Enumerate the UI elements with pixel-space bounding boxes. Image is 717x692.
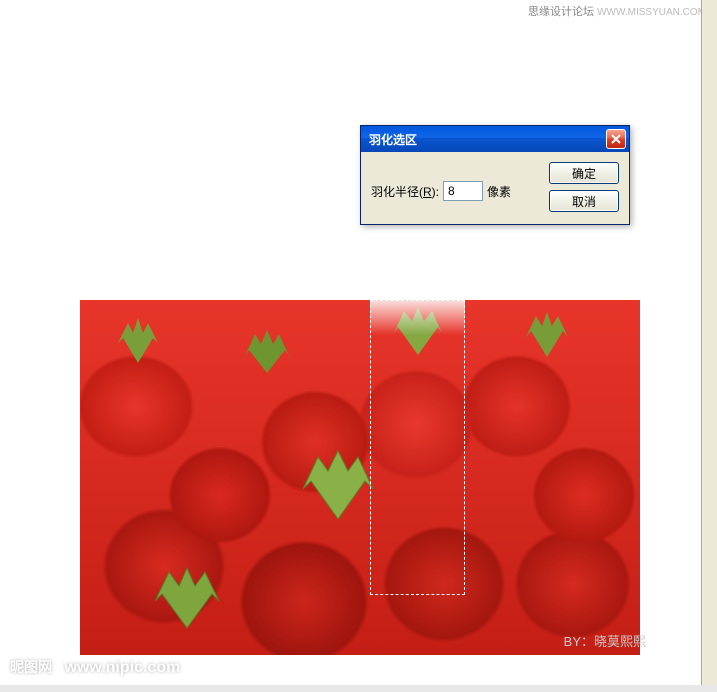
dialog-body: 羽化半径(R): 像素 确定 取消	[361, 152, 629, 222]
leaf-decoration	[517, 311, 577, 361]
vertical-scrollbar[interactable]	[701, 0, 717, 685]
selection-feather-preview	[370, 300, 465, 335]
dialog-titlebar[interactable]: 羽化选区	[361, 126, 629, 152]
bottom-watermark: 昵图网 www.nipic.com	[10, 657, 180, 677]
watermark-en: WWW.MISSYUAN.COM	[597, 7, 706, 18]
dialog-buttons: 确定 取消	[549, 162, 619, 212]
feather-selection-dialog: 羽化选区 羽化半径(R): 像素 确定 取消	[360, 125, 630, 225]
document-canvas[interactable]: 思缘设计论坛 WWW.MISSYUAN.COM	[0, 0, 717, 685]
close-icon	[611, 134, 621, 144]
workspace: 思缘设计论坛 WWW.MISSYUAN.COM	[0, 0, 717, 692]
close-button[interactable]	[606, 129, 626, 149]
cancel-button[interactable]: 取消	[549, 190, 619, 212]
feather-radius-input[interactable]	[443, 181, 483, 201]
author-credit: BY：晓莫熙熙	[564, 631, 646, 650]
ok-button[interactable]: 确定	[549, 162, 619, 184]
leaf-decoration	[108, 318, 168, 368]
leaf-decoration	[147, 566, 227, 631]
radius-label: 羽化半径(R):	[371, 183, 439, 200]
top-watermark: 思缘设计论坛 WWW.MISSYUAN.COM	[528, 3, 706, 19]
bottom-watermark-en: www.nipic.com	[64, 659, 180, 676]
bottom-watermark-cn: 昵图网	[10, 659, 52, 675]
leaf-decoration	[237, 328, 297, 378]
unit-label: 像素	[487, 183, 511, 200]
dialog-title: 羽化选区	[369, 131, 606, 148]
dialog-fields: 羽化半径(R): 像素	[371, 162, 539, 212]
watermark-cn: 思缘设计论坛	[528, 6, 594, 18]
content-image	[80, 300, 640, 655]
leaf-decoration	[293, 449, 383, 524]
